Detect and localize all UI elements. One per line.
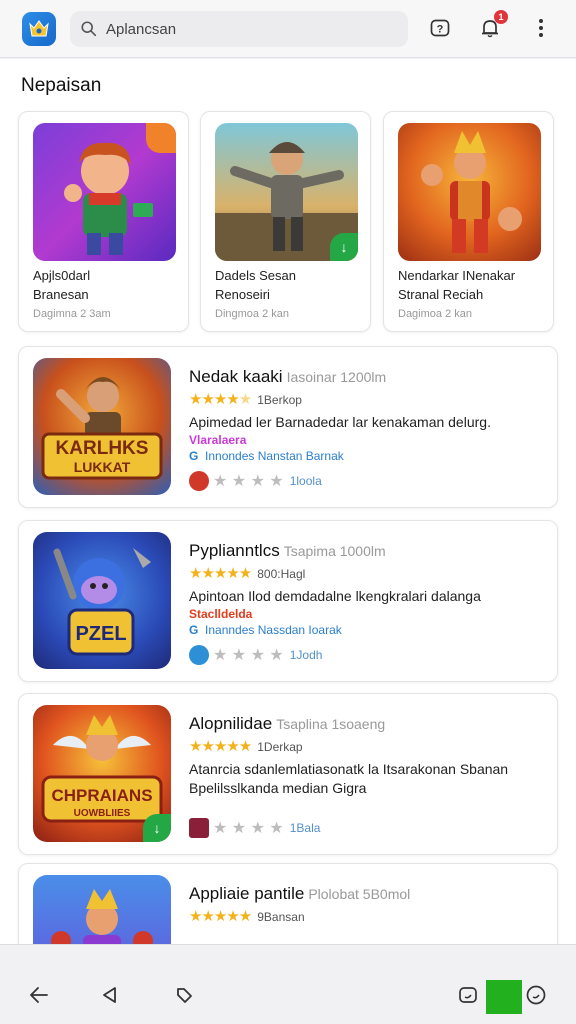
rating-stars: ★★★★★ 800:Hagl — [189, 565, 306, 582]
card-subtitle: Branesan — [33, 287, 89, 302]
nav-back-triangle-icon[interactable] — [98, 983, 122, 1007]
green-square-indicator[interactable] — [486, 980, 522, 1014]
app-thumbnail — [33, 875, 171, 944]
section-title: Nepaisan — [21, 75, 102, 96]
app-title: Alopnilidae Tsaplina 1soaeng — [189, 714, 386, 733]
app-list-item[interactable]: Appliaie pantile Plolobat 5B0mol ★★★★★ 9Ba… — [18, 863, 558, 944]
search-input[interactable] — [106, 20, 386, 38]
svg-text:KARLHKS: KARLHKS — [56, 438, 149, 459]
app-subtitle: Tsapima 1000lm — [283, 543, 386, 559]
app-thumbnail: PZEL — [33, 532, 171, 669]
app-logo-icon[interactable] — [22, 12, 56, 46]
app-list-item[interactable]: PZEL Pyplianntlcs Tsapima 1000lm ★★★★★ 800… — [18, 520, 558, 682]
svg-text:PZEL: PZEL — [75, 623, 126, 645]
app-subtitle: Plolobat 5B0mol — [308, 886, 411, 902]
promo-badge-icon — [146, 123, 176, 153]
rating-stars: ★★★★★ 9Bansan — [189, 908, 305, 925]
app-tag: Vlaralaera — [189, 433, 247, 447]
developer-avatar-icon — [189, 471, 209, 491]
app-developer: G Inanndes Nassdan Ioarak — [189, 623, 342, 637]
card-title: Dadels Sesan — [215, 268, 296, 283]
app-thumbnail — [33, 123, 176, 261]
app-subtitle: Iasoinar 1200lm — [286, 369, 387, 385]
app-developer: G Innondes Nanstan Barnak — [189, 449, 344, 463]
svg-text:LUKKAT: LUKKAT — [74, 459, 131, 475]
card-meta: Dagimoa 2 kan — [398, 308, 472, 320]
card-subtitle: Renoseiri — [215, 287, 270, 302]
card-meta: Dingmoa 2 kan — [215, 308, 289, 320]
emoji-icon[interactable] — [524, 983, 548, 1007]
app-list-item[interactable]: CHPRAIANS UOWBLIIES ↓ Alopnilidae Tsaplin… — [18, 693, 558, 855]
screenshot-icon[interactable] — [456, 983, 480, 1007]
notifications-button[interactable]: 1 — [476, 10, 508, 42]
rating-stars: ★★★★ ★ 1Berkop — [189, 391, 302, 408]
app-title: Appliaie pantile Plolobat 5B0mol — [189, 884, 411, 903]
rating-stars: ★★★★★ 1Derkap — [189, 738, 303, 755]
app-thumbnail: CHPRAIANS UOWBLIIES ↓ — [33, 705, 171, 842]
app-tag: Staclldelda — [189, 607, 253, 621]
mini-rating-row: ★ ★ ★ ★ 1loola — [189, 471, 322, 491]
developer-avatar-icon — [189, 818, 209, 838]
download-badge-icon: ↓ — [143, 814, 171, 842]
back-arrow-icon[interactable] — [26, 983, 50, 1007]
app-description-line2: Bpelilsslkanda median Gigra — [189, 780, 367, 796]
card-title: Nendarkar INenakar — [398, 268, 516, 283]
app-description: Atanrcia sdanlemlatiasonatk la Itsarakon… — [189, 761, 509, 777]
mini-rating-row: ★ ★ ★ ★ 1Bala — [189, 818, 320, 838]
card-subtitle: Stranal Reciah — [398, 287, 484, 302]
notification-badge: 1 — [494, 10, 508, 24]
mini-rating-row: ★ ★ ★ ★ 1Jodh — [189, 645, 322, 665]
more-vert-icon[interactable] — [527, 14, 555, 42]
bottom-navigation-bar — [0, 944, 576, 1024]
app-thumbnail: KARLHKS LUKKAT — [33, 358, 171, 495]
app-description: Apimedad ler Barnadedar lar kenakaman de… — [189, 414, 491, 430]
card-title: Apjls0darl — [33, 268, 91, 283]
app-title: Pyplianntlcs Tsapima 1000lm — [189, 541, 386, 560]
card-meta: Dagimna 2 3am — [33, 308, 111, 320]
app-subtitle: Tsaplina 1soaeng — [276, 716, 386, 732]
tag-icon[interactable] — [172, 983, 196, 1007]
app-title: Nedak kaaki Iasoinar 1200lm — [189, 367, 387, 386]
svg-text:?: ? — [437, 24, 444, 36]
app-description: Apintoan Ilod demdadalne lkengkralari da… — [189, 588, 481, 604]
main-content: Nepaisan Apjls0darl Branesan Dagimna 2 3… — [0, 59, 576, 944]
search-icon — [81, 21, 97, 37]
app-thumbnail — [398, 123, 541, 261]
developer-avatar-icon — [189, 645, 209, 665]
featured-card[interactable]: Apjls0darl Branesan Dagimna 2 3am — [18, 111, 189, 332]
app-thumbnail: ↓ — [215, 123, 358, 261]
app-list-item[interactable]: KARLHKS LUKKAT Nedak kaaki Iasoinar 1200l… — [18, 346, 558, 508]
download-badge-icon: ↓ — [330, 233, 358, 261]
featured-card[interactable]: ↓ Dadels Sesan Renoseiri Dingmoa 2 kan — [200, 111, 371, 332]
svg-text:CHPRAIANS: CHPRAIANS — [51, 786, 152, 805]
featured-card[interactable]: Nendarkar INenakar Stranal Reciah Dagimo… — [383, 111, 554, 332]
search-bar[interactable] — [70, 11, 408, 47]
svg-text:UOWBLIIES: UOWBLIIES — [74, 808, 131, 819]
top-app-bar: ? 1 — [0, 0, 576, 58]
help-icon[interactable]: ? — [426, 14, 454, 42]
